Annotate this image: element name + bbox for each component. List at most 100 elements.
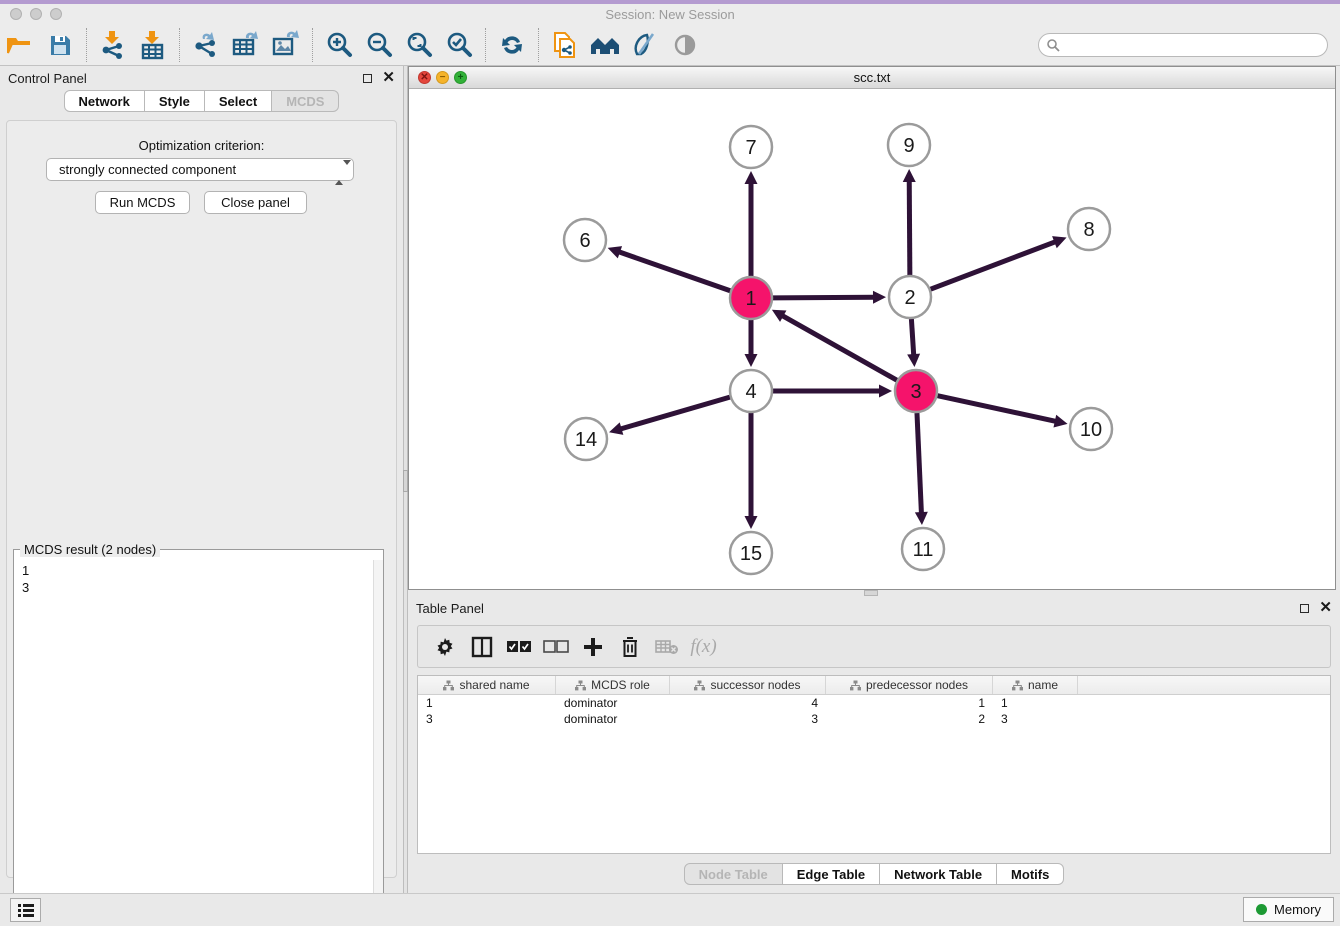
table-cell[interactable]: 4 bbox=[670, 695, 826, 711]
tab-network[interactable]: Network bbox=[64, 90, 145, 112]
net-close-icon[interactable]: ✕ bbox=[418, 71, 431, 84]
table-body: 1dominator4113dominator323 bbox=[418, 695, 1330, 727]
add-column-icon[interactable] bbox=[574, 629, 611, 665]
graph-edge-4-14[interactable] bbox=[620, 397, 730, 429]
control-panel: Control Panel ✕ Network Style Select MCD… bbox=[0, 66, 403, 893]
tab-select[interactable]: Select bbox=[205, 90, 272, 112]
table-cell[interactable]: 1 bbox=[826, 695, 993, 711]
graph-edge-arrowhead bbox=[915, 512, 928, 525]
close-panel-icon[interactable]: ✕ bbox=[382, 73, 395, 83]
export-image-icon[interactable] bbox=[266, 27, 306, 63]
export-network-icon[interactable] bbox=[186, 27, 226, 63]
table-cell[interactable]: dominator bbox=[556, 695, 670, 711]
tab-edge-table[interactable]: Edge Table bbox=[783, 863, 880, 885]
graph-node-label: 10 bbox=[1080, 419, 1102, 441]
graph-edge-3-10[interactable] bbox=[937, 396, 1056, 422]
window-zoom-button[interactable] bbox=[50, 8, 62, 20]
select-stepper-icon bbox=[335, 162, 345, 178]
graph-edge-2-3[interactable] bbox=[911, 319, 913, 356]
control-panel-header: Control Panel ✕ bbox=[0, 66, 403, 90]
settings-gear-icon[interactable] bbox=[426, 629, 463, 665]
first-neighbors-icon[interactable] bbox=[585, 27, 625, 63]
import-table-icon[interactable] bbox=[133, 27, 173, 63]
tab-motifs[interactable]: Motifs bbox=[997, 863, 1064, 885]
toolbar-separator bbox=[485, 28, 486, 62]
graph-edge-arrowhead bbox=[907, 354, 920, 367]
table-row[interactable]: 3dominator323 bbox=[418, 711, 1330, 727]
tab-node-table[interactable]: Node Table bbox=[684, 863, 783, 885]
graph-edge-1-2[interactable] bbox=[773, 297, 875, 298]
zoom-fit-icon[interactable] bbox=[399, 27, 439, 63]
graph-edge-arrowhead bbox=[873, 291, 886, 304]
refresh-icon[interactable] bbox=[492, 27, 532, 63]
zoom-out-icon[interactable] bbox=[359, 27, 399, 63]
tab-style[interactable]: Style bbox=[145, 90, 205, 112]
memory-button[interactable]: Memory bbox=[1243, 897, 1334, 922]
column-label: predecessor nodes bbox=[866, 678, 968, 692]
tab-mcds[interactable]: MCDS bbox=[272, 90, 339, 112]
fx-label: f(x) bbox=[690, 636, 716, 658]
duplicate-network-icon[interactable] bbox=[545, 27, 585, 63]
window-minimize-button[interactable] bbox=[30, 8, 42, 20]
column-header-MCDS-role[interactable]: MCDS role bbox=[556, 676, 670, 694]
table-cell[interactable]: 2 bbox=[826, 711, 993, 727]
tab-network-table[interactable]: Network Table bbox=[880, 863, 997, 885]
graph-edge-1-6[interactable] bbox=[618, 252, 730, 291]
mcds-result-scrollbar[interactable] bbox=[373, 560, 383, 919]
function-builder-icon[interactable]: f(x) bbox=[685, 629, 722, 665]
delete-table-icon[interactable] bbox=[648, 629, 685, 665]
close-panel-icon[interactable]: ✕ bbox=[1319, 603, 1332, 613]
zoom-selected-icon[interactable] bbox=[439, 27, 479, 63]
zoom-in-icon[interactable] bbox=[319, 27, 359, 63]
column-layout-icon[interactable] bbox=[463, 629, 500, 665]
column-sort-icon bbox=[1012, 680, 1023, 691]
hide-selected-icon[interactable] bbox=[665, 27, 705, 63]
graph-edge-arrowhead bbox=[609, 422, 623, 434]
column-header-predecessor-nodes[interactable]: predecessor nodes bbox=[826, 676, 993, 694]
apply-style-icon[interactable] bbox=[625, 27, 665, 63]
table-cell[interactable]: 1 bbox=[993, 695, 1078, 711]
export-table-icon[interactable] bbox=[226, 27, 266, 63]
float-panel-icon[interactable] bbox=[363, 74, 372, 83]
graph-node-label: 6 bbox=[579, 230, 590, 252]
table-cell[interactable]: dominator bbox=[556, 711, 670, 727]
select-all-icon[interactable] bbox=[500, 629, 537, 665]
task-history-button[interactable] bbox=[10, 898, 41, 922]
mcds-result-text[interactable]: 1 3 bbox=[14, 560, 373, 919]
delete-column-icon[interactable] bbox=[611, 629, 648, 665]
search-input[interactable] bbox=[1038, 33, 1328, 57]
graph-edge-2-9[interactable] bbox=[909, 180, 910, 275]
mcds-result-line: 1 bbox=[22, 562, 373, 579]
save-session-icon[interactable] bbox=[40, 27, 80, 63]
window-close-button[interactable] bbox=[10, 8, 22, 20]
graph-edge-3-1[interactable] bbox=[781, 315, 896, 380]
table-cell[interactable]: 1 bbox=[418, 695, 556, 711]
network-window-titlebar[interactable]: ✕ − + scc.txt bbox=[409, 67, 1335, 89]
node-table[interactable]: shared nameMCDS rolesuccessor nodes prede… bbox=[417, 675, 1331, 854]
float-panel-icon[interactable] bbox=[1300, 604, 1309, 613]
graph-edge-2-8[interactable] bbox=[931, 241, 1057, 289]
column-header-name[interactable]: name bbox=[993, 676, 1078, 694]
column-header-shared-name[interactable]: shared name bbox=[418, 676, 556, 694]
network-graph[interactable]: 7968124314101511 bbox=[409, 89, 1335, 589]
graph-edge-3-11[interactable] bbox=[917, 413, 921, 514]
open-folder-icon[interactable] bbox=[0, 27, 40, 63]
import-network-icon[interactable] bbox=[93, 27, 133, 63]
optimization-criterion-label: Optimization criterion: bbox=[7, 138, 396, 153]
graph-node-label: 7 bbox=[745, 137, 756, 159]
table-cell[interactable]: 3 bbox=[993, 711, 1078, 727]
search-field bbox=[1038, 33, 1328, 57]
optimization-criterion-select[interactable]: strongly connected component bbox=[46, 158, 354, 181]
table-tabs: Node Table Edge Table Network Table Moti… bbox=[408, 863, 1340, 885]
net-minimize-icon[interactable]: − bbox=[436, 71, 449, 84]
run-mcds-button[interactable]: Run MCDS bbox=[95, 191, 190, 214]
net-zoom-icon[interactable]: + bbox=[454, 71, 467, 84]
table-cell[interactable]: 3 bbox=[670, 711, 826, 727]
graph-node-label: 9 bbox=[903, 135, 914, 157]
column-header-successor-nodes[interactable]: successor nodes bbox=[670, 676, 826, 694]
table-header-row: shared nameMCDS rolesuccessor nodes prede… bbox=[418, 676, 1330, 695]
close-panel-button[interactable]: Close panel bbox=[204, 191, 307, 214]
table-cell[interactable]: 3 bbox=[418, 711, 556, 727]
deselect-all-icon[interactable] bbox=[537, 629, 574, 665]
table-row[interactable]: 1dominator411 bbox=[418, 695, 1330, 711]
